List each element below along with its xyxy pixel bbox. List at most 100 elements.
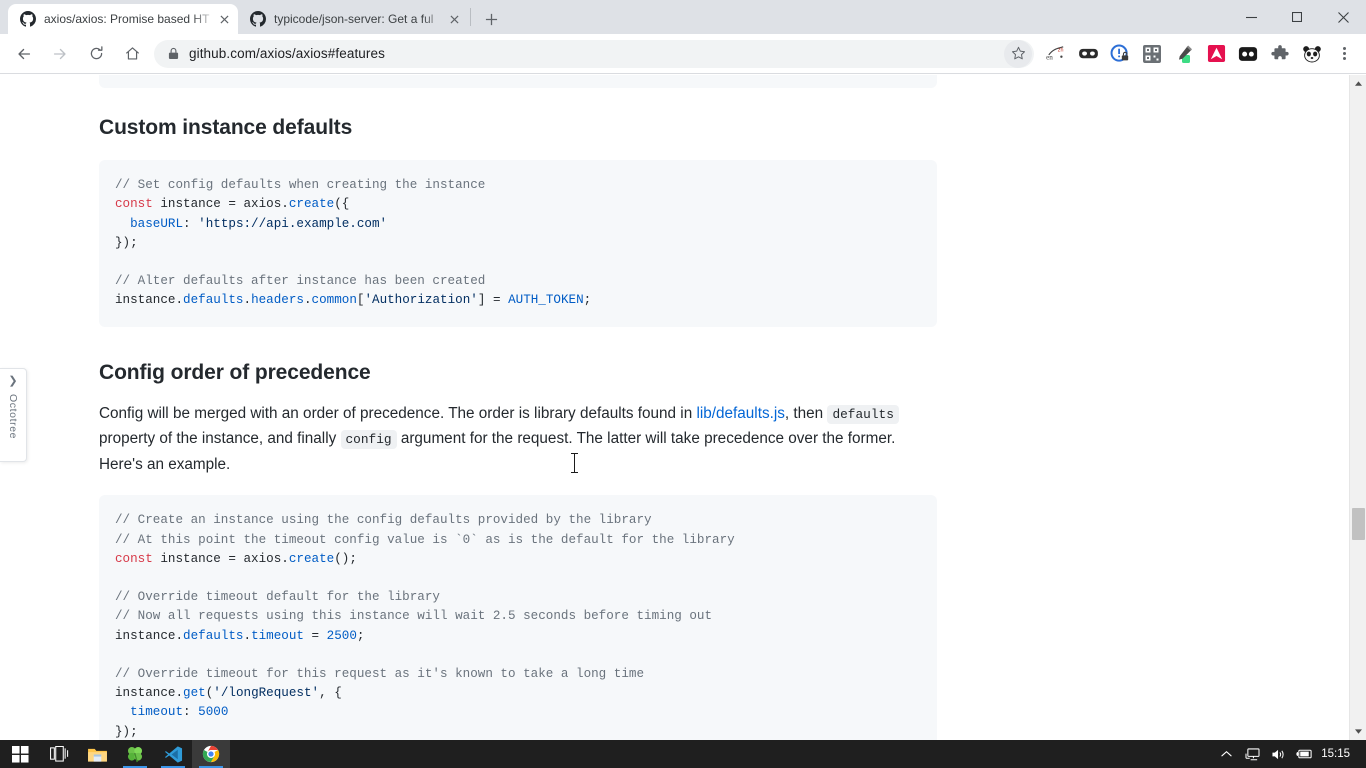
volume-icon[interactable] xyxy=(1265,740,1291,768)
clover-app-icon[interactable] xyxy=(116,740,154,768)
translate-extension-icon[interactable]: en zh xyxy=(1043,41,1069,67)
code-block-custom-instance-defaults[interactable]: // Set config defaults when creating the… xyxy=(99,160,937,327)
dark-reader-extension-icon[interactable] xyxy=(1235,41,1261,67)
code-token: create xyxy=(288,197,335,212)
scroll-up-arrow-icon[interactable] xyxy=(1350,75,1366,92)
code-token: = xyxy=(311,628,320,643)
reload-icon[interactable] xyxy=(81,39,111,69)
github-icon xyxy=(250,11,266,27)
tray-overflow-chevron-icon[interactable] xyxy=(1213,740,1239,768)
taskbar-clock[interactable]: 15:15 xyxy=(1317,740,1360,768)
forward-arrow-icon[interactable] xyxy=(45,39,75,69)
vscode-icon[interactable] xyxy=(154,740,192,768)
code-token: timeout xyxy=(251,628,304,643)
battery-charging-icon[interactable] xyxy=(1291,740,1317,768)
code-content-0: // Set config defaults when creating the… xyxy=(115,178,591,307)
network-icon[interactable] xyxy=(1239,740,1265,768)
code-content-1: // Create an instance using the config d… xyxy=(115,513,735,738)
code-token: }); xyxy=(115,235,138,250)
code-token: . xyxy=(303,293,312,308)
code-token: common xyxy=(311,293,357,308)
vertical-scrollbar[interactable] xyxy=(1349,75,1366,740)
code-token: : xyxy=(183,705,199,720)
code-block-config-order[interactable]: // Create an instance using the config d… xyxy=(99,495,937,740)
code-token: const xyxy=(115,551,153,566)
code-token: 5000 xyxy=(198,705,229,720)
paragraph-part-2: , then xyxy=(784,404,828,422)
code-token: instance. xyxy=(115,628,184,643)
code-token: instance xyxy=(152,551,229,566)
code-token: . xyxy=(243,293,252,308)
code-token: ] xyxy=(477,293,493,308)
code-token: : xyxy=(183,216,199,231)
color-picker-extension-icon[interactable] xyxy=(1171,41,1197,67)
code-token: }); xyxy=(115,724,138,739)
url-text: github.com/axios/axios#features xyxy=(189,46,385,61)
scroll-down-arrow-icon[interactable] xyxy=(1350,723,1366,740)
link-lib-defaults-js[interactable]: lib/defaults.js xyxy=(696,405,784,422)
minimize-button[interactable] xyxy=(1228,0,1274,34)
close-icon[interactable] xyxy=(446,11,462,27)
code-token: defaults xyxy=(183,293,244,308)
browser-tab-axios[interactable]: axios/axios: Promise based HT xyxy=(8,4,238,34)
code-token: 'Authorization' xyxy=(364,293,478,308)
readme-content: Custom instance defaults // Set config d… xyxy=(99,75,937,740)
home-icon[interactable] xyxy=(117,39,147,69)
code-token: baseURL xyxy=(115,216,184,231)
chrome-icon[interactable] xyxy=(192,740,230,768)
code-token: = xyxy=(492,293,501,308)
page-viewport: ❯ Octotree Custom instance defaults // S… xyxy=(0,75,1366,740)
code-token: , { xyxy=(319,686,342,701)
system-tray: 15:15 xyxy=(1213,740,1366,768)
scrollbar-thumb[interactable] xyxy=(1352,508,1365,540)
code-token: AUTH_TOKEN xyxy=(508,293,584,308)
code-token: ; xyxy=(356,628,365,643)
mask-extension-icon[interactable] xyxy=(1075,41,1101,67)
bookmark-star-icon[interactable] xyxy=(1004,39,1032,68)
close-window-button[interactable] xyxy=(1320,0,1366,34)
puzzle-extensions-icon[interactable] xyxy=(1267,41,1293,67)
code-token: '/longRequest' xyxy=(213,686,320,701)
browser-window: axios/axios: Promise based HT typicode/j… xyxy=(0,0,1366,740)
inline-code-config: config xyxy=(340,430,397,450)
lock-icon xyxy=(168,47,179,60)
qr-code-extension-icon[interactable] xyxy=(1139,41,1165,67)
privacy-badger-icon[interactable] xyxy=(1107,41,1133,67)
tab-separator xyxy=(470,8,471,26)
octotree-sidebar-toggle[interactable]: ❯ Octotree xyxy=(0,368,27,462)
inline-code-defaults: defaults xyxy=(827,404,899,424)
paragraph-part-1: Config will be merged with an order of p… xyxy=(99,404,697,422)
address-bar[interactable]: github.com/axios/axios#features xyxy=(154,39,1034,68)
three-dot-menu-icon[interactable] xyxy=(1330,40,1358,68)
adguard-extension-icon[interactable] xyxy=(1203,41,1229,67)
code-token: = xyxy=(228,197,236,212)
tab-strip: axios/axios: Promise based HT typicode/j… xyxy=(0,0,1366,34)
code-token: axios. xyxy=(235,551,289,566)
section-heading-custom-instance-defaults: Custom instance defaults xyxy=(99,116,353,139)
window-controls xyxy=(1228,0,1366,34)
code-token: defaults xyxy=(183,628,244,643)
octotree-label: Octotree xyxy=(7,394,19,440)
windows-start-icon[interactable] xyxy=(0,740,40,768)
panda-extension-icon[interactable] xyxy=(1299,41,1325,67)
close-icon[interactable] xyxy=(216,11,232,27)
code-token: . xyxy=(243,628,252,643)
file-explorer-icon[interactable] xyxy=(78,740,116,768)
new-tab-button[interactable] xyxy=(477,5,505,33)
task-view-icon[interactable] xyxy=(40,740,78,768)
browser-tab-json-server[interactable]: typicode/json-server: Get a ful xyxy=(238,4,468,34)
code-token: // Create an instance using the config d… xyxy=(115,513,652,528)
code-token: (); xyxy=(334,551,357,566)
code-token: 2500 xyxy=(326,628,357,643)
browser-toolbar: github.com/axios/axios#features en zh xyxy=(0,34,1366,74)
show-desktop-button[interactable] xyxy=(1360,740,1366,768)
code-token: instance xyxy=(152,197,229,212)
github-icon xyxy=(20,11,36,27)
code-token: ({ xyxy=(334,197,350,212)
maximize-button[interactable] xyxy=(1274,0,1320,34)
back-arrow-icon[interactable] xyxy=(9,39,39,69)
text-cursor xyxy=(571,453,578,473)
